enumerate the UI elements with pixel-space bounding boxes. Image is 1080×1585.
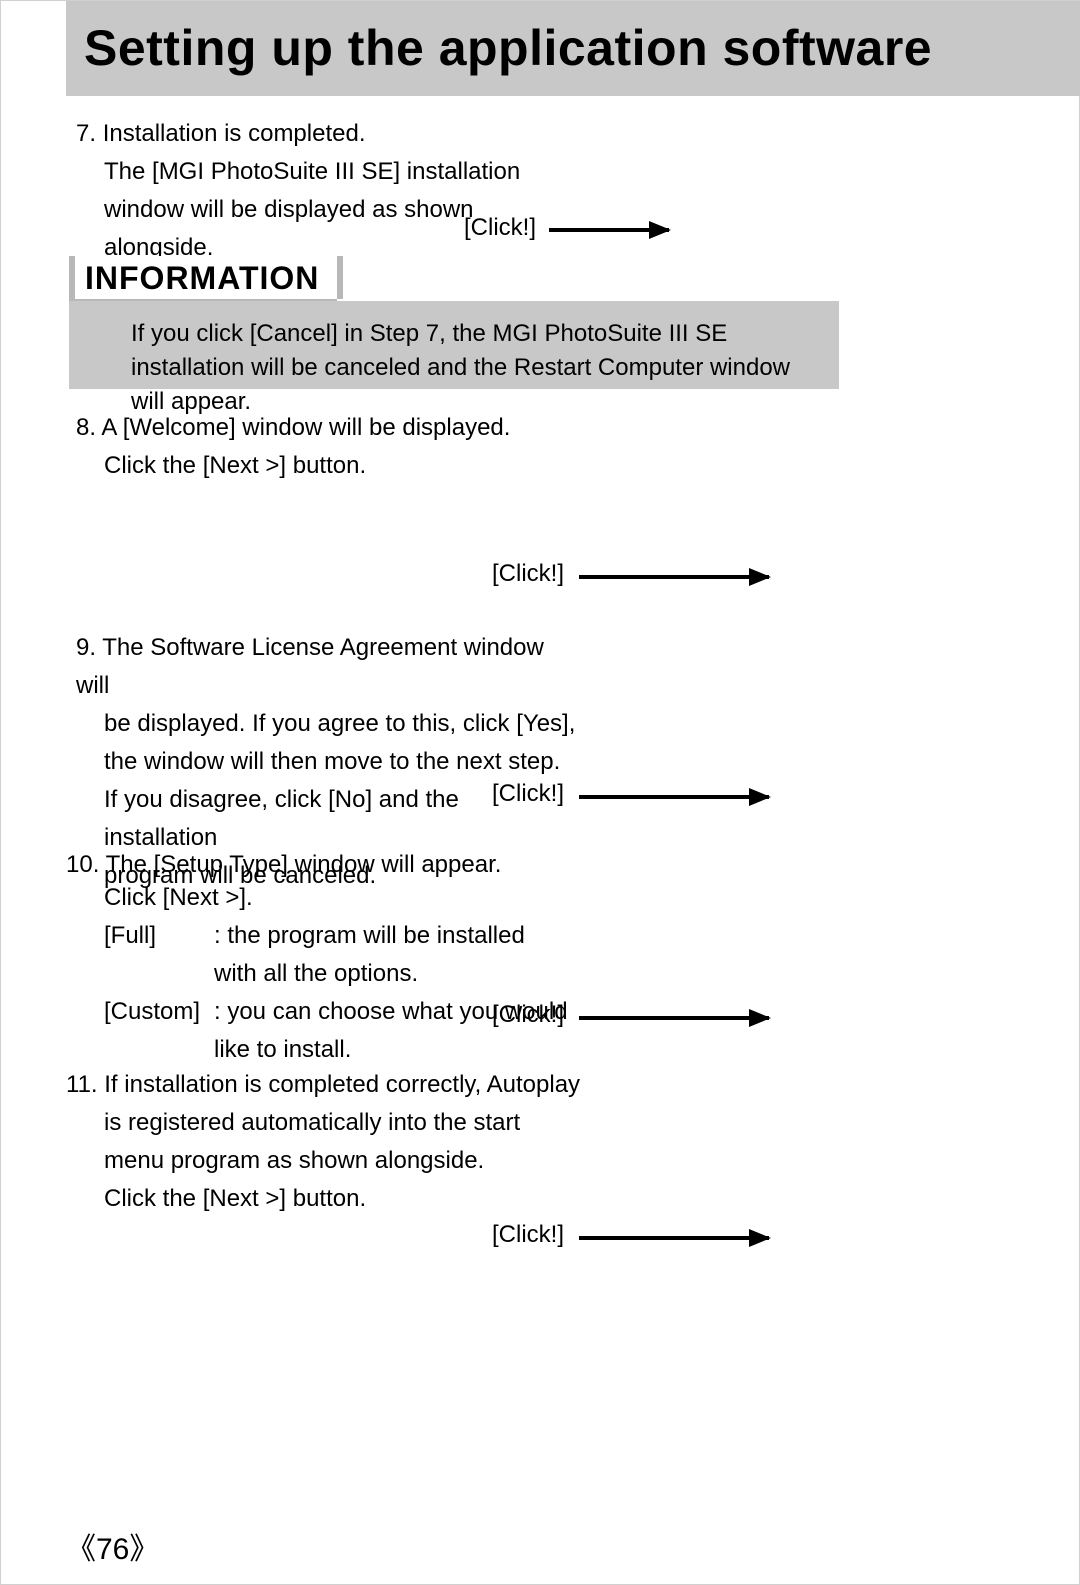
step-10-line1: The [Setup Type] window will appear. [106, 851, 502, 878]
step-10-custom-val2: like to install. [214, 1031, 624, 1069]
step-8-line1: A [Welcome] window will be displayed. [101, 414, 510, 441]
arrow-icon [579, 1236, 769, 1240]
click-label-4: [Click!] [492, 1001, 564, 1029]
step-8-line2: Click the [Next >] button. [76, 447, 576, 485]
information-box: If you click [Cancel] in Step 7, the MGI… [69, 301, 839, 389]
step-10-full-key: [Full] [104, 917, 214, 993]
arrow-icon [579, 575, 769, 579]
arrow-icon [579, 795, 769, 799]
step-9-number: 9. [76, 629, 96, 667]
step-11-line3: menu program as shown alongside. [66, 1142, 606, 1180]
step-10-line2: Click [Next >]. [104, 879, 624, 917]
step-8: 8. A [Welcome] window will be displayed.… [76, 409, 576, 485]
page-title: Setting up the application software [84, 19, 932, 77]
step-9-line1: The Software License Agreement window wi… [76, 634, 544, 699]
step-10-number: 10. [66, 846, 99, 884]
step-8-number: 8. [76, 409, 96, 447]
step-11-line4: Click the [Next >] button. [66, 1180, 606, 1218]
angle-bracket-left-icon: 《 [66, 1533, 96, 1566]
click-label-2: [Click!] [492, 560, 564, 588]
page-number-value: 76 [96, 1533, 129, 1566]
step-11: 11. If installation is completed correct… [66, 1066, 606, 1218]
step-11-number: 11. [66, 1066, 98, 1104]
step-11-line1: If installation is completed correctly, … [104, 1071, 580, 1098]
step-9-line2: be displayed. If you agree to this, clic… [76, 705, 576, 743]
step-10-body: Click [Next >]. [Full] : the program wil… [104, 879, 624, 1069]
step-10-custom-key: [Custom] [104, 993, 214, 1069]
step-10-full-val1: : the program will be installed [214, 917, 624, 955]
arrow-icon [549, 228, 669, 232]
step-9-line3: the window will then move to the next st… [76, 743, 576, 781]
angle-bracket-right-icon: 》 [129, 1533, 159, 1566]
step-7-number: 7. [76, 115, 96, 153]
click-label-5: [Click!] [492, 1221, 564, 1249]
click-label-1: [Click!] [464, 214, 536, 242]
manual-page: Setting up the application software 7. I… [0, 0, 1080, 1585]
page-number: 《76》 [66, 1524, 159, 1568]
click-label-3: [Click!] [492, 780, 564, 808]
step-10-full-val2: with all the options. [214, 955, 624, 993]
step-11-line2: is registered automatically into the sta… [66, 1104, 606, 1142]
step-7-line2: The [MGI PhotoSuite III SE] installation [76, 153, 576, 191]
information-heading: INFORMATION [69, 256, 337, 305]
step-7-line1: Installation is completed. [103, 120, 366, 147]
arrow-icon [579, 1016, 769, 1020]
